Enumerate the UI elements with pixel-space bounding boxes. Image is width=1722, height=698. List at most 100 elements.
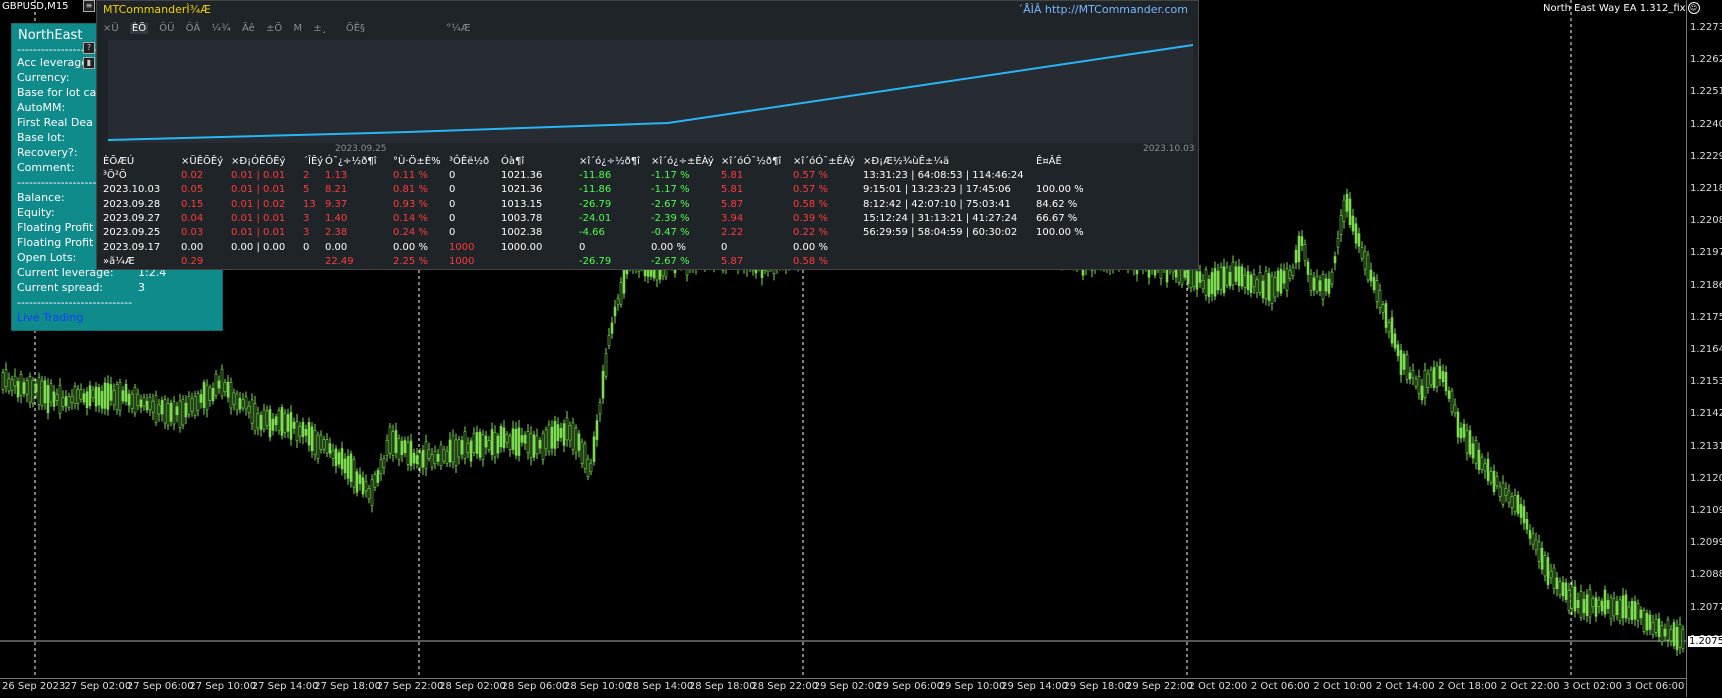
candle-body <box>613 306 617 317</box>
candle-body <box>22 382 26 394</box>
candle-body <box>1342 199 1346 222</box>
tab-4[interactable]: ¼¾ <box>211 23 230 34</box>
candle-body <box>1444 372 1448 392</box>
candle-body <box>1450 390 1454 413</box>
time-tick: 28 Sep 06:00 <box>501 681 569 692</box>
candle-body <box>382 458 386 468</box>
candle-body <box>1360 247 1364 259</box>
tab-10[interactable]: °¼Æ <box>446 23 470 34</box>
equity-graph-svg <box>107 44 1194 141</box>
tab-1[interactable]: ÈÕ <box>129 23 149 34</box>
candle-body <box>1252 274 1256 288</box>
help-icon[interactable]: ? <box>83 42 95 54</box>
table-header-cell: ×î´ó¿÷±ÈÀý <box>651 156 714 167</box>
symbol-label: GBPUSD,M15 <box>2 1 69 12</box>
time-tick: 2 Oct 06:00 <box>1250 681 1310 692</box>
tab-7[interactable]: M <box>293 23 302 34</box>
time-tick: 28 Sep 02:00 <box>439 681 506 692</box>
live-trading-link[interactable]: Live Trading <box>17 311 83 324</box>
candle-body <box>619 282 623 305</box>
candle-body <box>4 369 8 388</box>
candle-body <box>112 389 116 406</box>
candle-body <box>1603 589 1607 615</box>
info-row-comment: Comment: <box>17 161 75 174</box>
table-cell: 100.00 % <box>1036 184 1084 196</box>
candle-body <box>1561 582 1565 597</box>
candle-body <box>67 396 71 408</box>
candle-body <box>1621 595 1625 619</box>
candle-body <box>406 442 410 465</box>
table-header-cell: ×ÜÊÕÊý <box>181 156 224 167</box>
table-cell: 2023.09.25 <box>103 227 161 239</box>
tab-3[interactable]: ÔÂ <box>186 23 201 34</box>
table-cell: 0.00 % <box>393 241 428 253</box>
price-tick: 1.21425 <box>1690 408 1722 420</box>
table-cell: -11.86 <box>579 170 612 181</box>
candle-body <box>388 426 392 454</box>
candle-body <box>1681 629 1685 650</box>
candle-body <box>604 353 608 377</box>
candle-body <box>1492 470 1496 493</box>
candle-body <box>547 424 551 452</box>
candle-body <box>400 440 404 456</box>
candle-body <box>1570 586 1574 609</box>
equity-graph <box>107 40 1194 143</box>
url-prefix: ´ÅÌÂ <box>1017 3 1042 16</box>
candle-body <box>1261 280 1265 299</box>
candle-body <box>205 384 209 411</box>
candle-body <box>1255 279 1259 294</box>
table-header-cell: ´ÎÊý <box>303 156 324 167</box>
table-cell: 0 <box>721 241 728 253</box>
table-cell: 1003.78 <box>501 212 543 224</box>
candle-body <box>1267 272 1271 301</box>
candle-body <box>1630 600 1634 620</box>
price-tick: 1.22185 <box>1690 183 1722 194</box>
candle-body <box>442 449 446 462</box>
candle-body <box>19 374 23 396</box>
table-cell: 1013.15 <box>501 198 543 210</box>
table-header-cell: ³ÔÊë½ð <box>449 156 490 167</box>
candle-body <box>1429 369 1433 386</box>
candle-body <box>133 387 137 414</box>
url-text[interactable]: http://MTCommander.com <box>1045 3 1188 16</box>
table-cell: 0.58 % <box>793 198 828 210</box>
candle-body <box>13 375 17 387</box>
time-tick: 27 Sep 02:00 <box>64 681 132 692</box>
chart-icon[interactable]: ▮ <box>83 57 95 69</box>
mtcommander-url[interactable]: ´ÅÌÂ http://MTCommander.com <box>1018 3 1188 16</box>
info-val-current-spread: 3 <box>138 281 145 294</box>
candle-body <box>610 322 614 334</box>
candle-body <box>283 412 287 433</box>
table-cell: 0.81 % <box>393 184 428 196</box>
tab-8[interactable]: ±¸ <box>313 23 326 34</box>
table-cell: -24.01 <box>579 212 612 224</box>
candle-body <box>1306 261 1310 275</box>
candle-body <box>538 439 542 449</box>
tab-0[interactable]: ×Ü <box>103 23 119 34</box>
candle-body <box>1366 254 1370 281</box>
tab-9[interactable]: ÕÊ§ <box>346 23 365 34</box>
candle-body <box>220 368 224 397</box>
candle-body <box>1378 289 1382 308</box>
candle-body <box>601 370 605 399</box>
candle-body <box>544 429 548 450</box>
tab-6[interactable]: ±Ö <box>266 23 282 34</box>
candle-body <box>427 449 431 459</box>
candle-body <box>1279 269 1283 294</box>
table-cell: 5.81 <box>721 170 744 181</box>
tab-5[interactable]: Äê <box>242 23 255 34</box>
candle-body <box>1633 601 1637 620</box>
price-tick: 1.21095 <box>1690 505 1722 516</box>
candle-body <box>1507 490 1511 503</box>
menu-icon[interactable]: ≡ <box>83 0 95 12</box>
candle-body <box>124 383 128 402</box>
candle-body <box>295 421 299 441</box>
candle-body <box>1246 271 1250 291</box>
tab-2[interactable]: ÔÜ <box>159 23 174 34</box>
candle-body <box>1189 268 1193 289</box>
price-tick: 1.20880 <box>1690 569 1722 581</box>
candle-body <box>115 384 119 411</box>
info-row-floating-profit-1: Floating Profit <box>17 221 94 234</box>
candle-body <box>292 421 296 429</box>
mtcommander-panel: MTCommanderÌ¾Æ ´ÅÌÂ http://MTCommander.c… <box>96 0 1199 270</box>
